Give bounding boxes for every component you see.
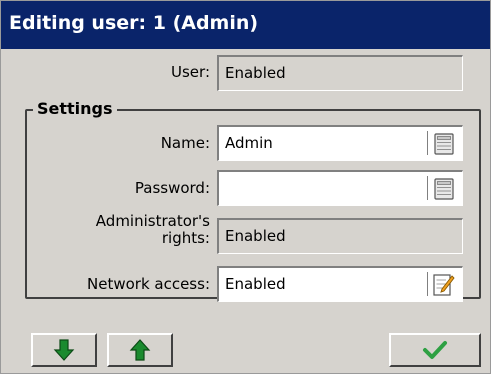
network-access-select[interactable]: Enabled xyxy=(217,266,463,302)
network-access-label: Network access: xyxy=(87,275,210,293)
move-up-button[interactable] xyxy=(107,333,173,367)
user-label: User: xyxy=(171,63,210,81)
arrow-down-icon xyxy=(53,339,75,361)
password-input[interactable] xyxy=(217,170,463,206)
move-down-button[interactable] xyxy=(31,333,97,367)
user-status-field: Enabled xyxy=(217,55,463,91)
arrow-up-icon xyxy=(129,339,151,361)
admin-rights-label: Administrator's rights: xyxy=(96,213,210,247)
checkmark-icon xyxy=(423,341,447,359)
confirm-button[interactable] xyxy=(389,333,481,367)
edit-user-window: Editing user: 1 (Admin) User: Enabled Se… xyxy=(0,0,491,374)
keypad-icon[interactable] xyxy=(434,133,454,155)
admin-rights-label-line2: rights: xyxy=(161,229,210,247)
admin-rights-label-line1: Administrator's xyxy=(95,212,210,230)
password-label: Password: xyxy=(134,179,210,197)
name-value: Admin xyxy=(225,134,273,152)
window-title: Editing user: 1 (Admin) xyxy=(9,12,259,34)
edit-note-icon[interactable] xyxy=(433,273,455,297)
admin-rights-value: Enabled xyxy=(225,227,286,245)
network-access-value: Enabled xyxy=(225,275,286,293)
keypad-icon[interactable] xyxy=(434,178,454,200)
name-input[interactable]: Admin xyxy=(217,125,463,161)
name-label: Name: xyxy=(160,134,210,152)
admin-rights-field: Enabled xyxy=(217,218,463,254)
settings-legend: Settings xyxy=(33,99,117,118)
title-bar: Editing user: 1 (Admin) xyxy=(1,1,490,49)
user-status-value: Enabled xyxy=(225,64,286,82)
